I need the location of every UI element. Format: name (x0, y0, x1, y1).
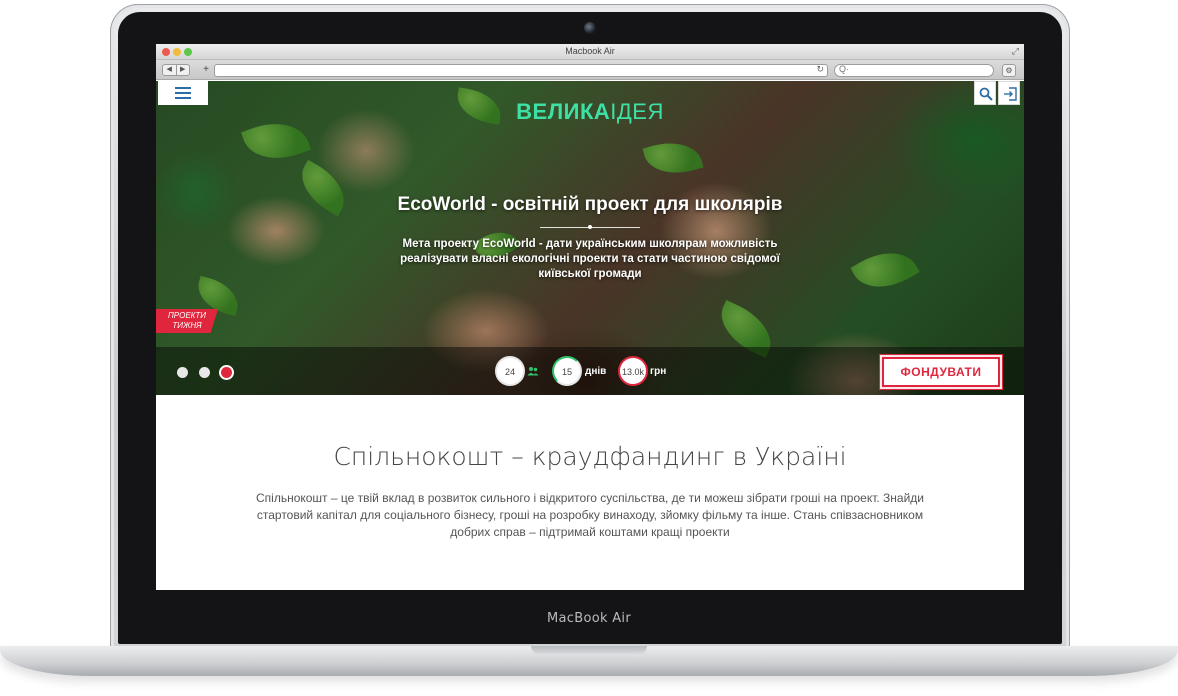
people-icon (527, 367, 539, 376)
logo-bold: ВЕЛИКА (516, 99, 611, 124)
hero-banner: ВЕЛИКАІДЕЯ EcoWorld - освітній проект дл… (156, 81, 1024, 395)
back-button[interactable]: ◀ (163, 65, 176, 75)
fullscreen-icon[interactable]: ⤢ (1012, 46, 1019, 57)
screen: Macbook Air ⤢ ◀ ▶ + ↻ Q· ⚙ ВЕЛИКАІДЕЯ Ec… (156, 44, 1024, 590)
slide-dot-1[interactable] (177, 367, 188, 378)
project-title[interactable]: EcoWorld - освітній проект для школярів (156, 194, 1024, 216)
laptop-notch (531, 646, 647, 654)
browser-toolbar: ◀ ▶ + ↻ Q· ⚙ (156, 60, 1024, 80)
divider-dot (588, 225, 592, 229)
badge-line-1: ПРОЕКТИ (167, 311, 206, 320)
project-description: Мета проекту EcoWorld - дати українським… (400, 238, 780, 280)
laptop-mockup: Macbook Air ⤢ ◀ ▶ + ↻ Q· ⚙ ВЕЛИКАІДЕЯ Ec… (0, 0, 1178, 696)
reload-icon[interactable]: ↻ (816, 64, 824, 75)
browser-titlebar: Macbook Air ⤢ (156, 44, 1024, 60)
menu-icon (175, 87, 191, 89)
forward-button[interactable]: ▶ (175, 65, 190, 75)
amount-unit: грн (650, 366, 667, 377)
amount-raised: 13.0k (618, 356, 648, 386)
slide-dot-3[interactable] (221, 367, 232, 378)
hero-stats-bar: 24 15 днів 13.0k грн ФОНДУВАТИ (156, 347, 1024, 395)
search-field-icon: Q· (839, 64, 849, 74)
section-title: Спільнокошт – краудфандинг в Україні (333, 442, 847, 471)
logo-light: ІДЕЯ (610, 99, 664, 124)
days-unit: днів (585, 366, 607, 377)
slide-dot-2[interactable] (199, 367, 210, 378)
site-logo[interactable]: ВЕЛИКАІДЕЯ (156, 99, 1024, 125)
nav-buttons: ◀ ▶ (162, 64, 190, 76)
days-left-count: 15 (552, 356, 582, 386)
supporters-count: 24 (495, 356, 525, 386)
address-bar[interactable]: ↻ (214, 64, 828, 77)
device-label: MacBook Air (547, 611, 631, 626)
fund-button[interactable]: ФОНДУВАТИ (882, 357, 1000, 387)
browser-search-field[interactable]: Q· (834, 64, 994, 77)
badge-line-2: ТИЖНЯ (172, 321, 202, 330)
add-tab-button[interactable]: + (200, 64, 212, 76)
window-title: Macbook Air (565, 46, 615, 56)
projects-of-week-badge: ПРОЕКТИ ТИЖНЯ (156, 309, 218, 333)
menu-icon-bar (175, 92, 191, 94)
section-text: Спільнокошт – це твій вклад в розвиток с… (255, 491, 925, 539)
settings-button[interactable]: ⚙ (1002, 64, 1016, 77)
camera-icon (584, 22, 596, 34)
